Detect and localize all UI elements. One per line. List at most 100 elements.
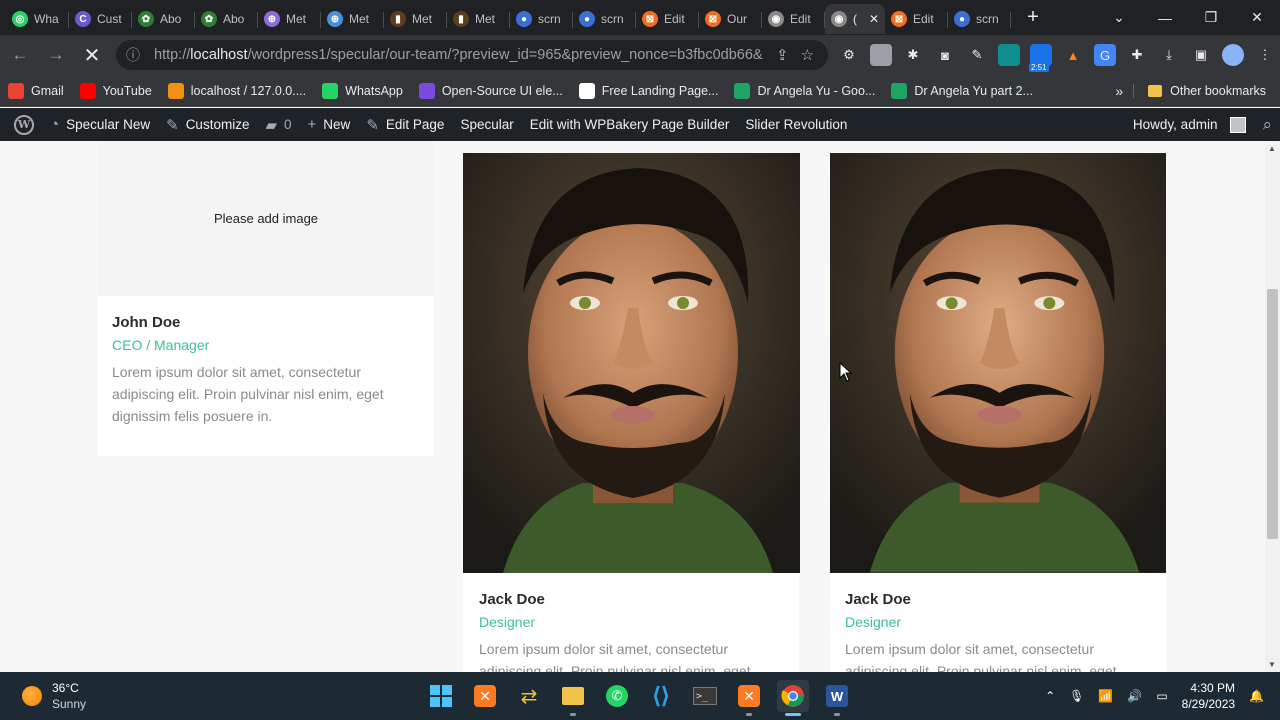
- bookmark-item[interactable]: Open-Source UI ele...: [411, 82, 571, 99]
- site-info-icon[interactable]: ⓘ: [126, 45, 144, 65]
- xampp-control-taskbar-app[interactable]: ✕: [733, 680, 765, 716]
- weather-condition: Sunny: [52, 697, 87, 711]
- browser-tab[interactable]: ✿ Abo: [132, 4, 195, 34]
- search-button[interactable]: ⌕: [1254, 115, 1280, 135]
- chevron-up-icon[interactable]: ⌃: [1045, 689, 1055, 703]
- minimize-button[interactable]: —: [1142, 10, 1188, 26]
- url-text[interactable]: http://localhost/wordpress1/specular/our…: [154, 47, 764, 63]
- camera-icon[interactable]: ◙: [934, 44, 956, 66]
- url-scheme: http://: [154, 47, 191, 63]
- bookmark-item[interactable]: YouTube: [72, 82, 160, 99]
- browser-tab[interactable]: ▮ Met: [384, 4, 447, 34]
- browser-tab[interactable]: ⊠ Our: [699, 4, 762, 34]
- bookmark-list: Gmail YouTube localhost / 127.0.0.... Whats…: [0, 82, 1041, 99]
- clock[interactable]: 4:30 PM 8/29/2023: [1182, 680, 1235, 712]
- puzzle-icon[interactable]: ✚: [1126, 44, 1148, 66]
- share-icon[interactable]: ⇪: [776, 46, 789, 64]
- extension-icon[interactable]: [870, 44, 892, 66]
- browser-tab[interactable]: C Cust: [69, 4, 132, 34]
- chrome-taskbar-app[interactable]: [777, 680, 809, 716]
- whatsapp-taskbar-app[interactable]: ✆: [601, 680, 633, 712]
- vscode-taskbar-app[interactable]: ⟨⟩: [645, 680, 677, 712]
- bookmark-item[interactable]: Dr Angela Yu part 2...: [883, 82, 1041, 99]
- account-menu[interactable]: Howdy, admin: [1125, 116, 1255, 133]
- bookmark-favicon-icon: [418, 82, 435, 99]
- tab-favicon-icon: ⊠: [705, 11, 721, 27]
- notification-bell-icon[interactable]: 🔔: [1249, 689, 1264, 703]
- close-window-button[interactable]: ✕: [1234, 9, 1280, 26]
- slider-revolution-link[interactable]: Slider Revolution: [737, 117, 855, 132]
- extension-icon[interactable]: [998, 44, 1020, 66]
- tab-close-icon[interactable]: ✕: [869, 12, 879, 26]
- bookmark-item[interactable]: Dr Angela Yu - Goo...: [726, 82, 883, 99]
- profile-avatar[interactable]: [1222, 44, 1244, 66]
- timer-extension-icon[interactable]: 2:51: [1029, 44, 1052, 72]
- microphone-icon[interactable]: 🎙: [1069, 689, 1084, 703]
- side-panel-icon[interactable]: ▣: [1190, 44, 1212, 66]
- brush-icon: ✎: [166, 116, 179, 134]
- bookmark-favicon-icon: [734, 82, 751, 99]
- customize-link[interactable]: ✎ Customize: [158, 116, 257, 134]
- bookmark-star-icon[interactable]: ☆: [801, 46, 814, 64]
- tab-favicon-icon: ◉: [768, 11, 784, 27]
- page-scrollbar[interactable]: ▲ ▼: [1265, 141, 1280, 672]
- scroll-down-icon[interactable]: ▼: [1268, 660, 1276, 669]
- forward-button[interactable]: →: [40, 39, 72, 71]
- tab-favicon-icon: ◉: [831, 11, 847, 27]
- battery-icon[interactable]: ▭: [1156, 689, 1167, 703]
- start-button[interactable]: [425, 680, 457, 712]
- xampp-taskbar-app[interactable]: ✕: [469, 680, 501, 712]
- weather-widget[interactable]: 36°C Sunny: [0, 680, 86, 712]
- comments-link[interactable]: ▰ 0: [257, 116, 299, 134]
- bookmark-item[interactable]: WhatsApp: [314, 82, 411, 99]
- color-picker-icon[interactable]: ✎: [966, 44, 988, 66]
- scrollbar-thumb[interactable]: [1267, 289, 1278, 539]
- browser-tab[interactable]: ● scrn: [948, 4, 1011, 34]
- tab-title: Met: [286, 12, 307, 26]
- terminal-taskbar-app[interactable]: >_: [689, 680, 721, 712]
- restore-button[interactable]: ❐: [1188, 9, 1234, 26]
- windows-logo-icon: [430, 685, 452, 707]
- file-explorer-taskbar-app[interactable]: [557, 680, 589, 716]
- new-content-menu[interactable]: + New: [300, 116, 359, 133]
- translate-icon[interactable]: G: [1094, 44, 1116, 66]
- new-tab-button[interactable]: +: [1015, 0, 1051, 35]
- theme-menu[interactable]: Specular: [452, 117, 521, 132]
- filezilla-taskbar-app[interactable]: ⇄: [513, 680, 545, 712]
- browser-tab[interactable]: ▮ Met: [447, 4, 510, 34]
- bug-icon[interactable]: ✱: [902, 44, 924, 66]
- metamask-icon[interactable]: ▲: [1062, 44, 1084, 66]
- bookmark-item[interactable]: localhost / 127.0.0....: [160, 82, 314, 99]
- bookmark-item[interactable]: Gmail: [0, 82, 72, 99]
- back-button[interactable]: ←: [4, 39, 36, 71]
- stop-loading-button[interactable]: ✕: [76, 39, 108, 71]
- browser-tab[interactable]: ⊕ Met: [258, 4, 321, 34]
- site-name-menu[interactable]: ◔ Specular New: [42, 116, 158, 133]
- bookmark-favicon-icon: [578, 82, 595, 99]
- wifi-icon[interactable]: 📶: [1098, 689, 1113, 703]
- browser-tab[interactable]: ◉ Edit: [762, 4, 825, 34]
- browser-tab[interactable]: ⊕ Met: [321, 4, 384, 34]
- settings-gear-icon[interactable]: ⚙: [838, 44, 860, 66]
- address-bar[interactable]: ⓘ http://localhost/wordpress1/specular/o…: [116, 40, 828, 70]
- new-label: New: [323, 117, 351, 132]
- word-taskbar-app[interactable]: W: [821, 680, 853, 716]
- menu-icon[interactable]: ⋮: [1254, 44, 1276, 66]
- wpbakery-link[interactable]: Edit with WPBakery Page Builder: [522, 117, 738, 132]
- browser-tab[interactable]: ⊠ Edit: [885, 4, 948, 34]
- browser-tab[interactable]: ◉ (✕: [825, 4, 885, 34]
- browser-tab[interactable]: ● scrn: [573, 4, 636, 34]
- volume-icon[interactable]: 🔊: [1127, 689, 1142, 703]
- scroll-up-icon[interactable]: ▲: [1268, 144, 1276, 153]
- wp-logo-menu[interactable]: W: [0, 114, 42, 135]
- download-icon[interactable]: ⤓: [1158, 44, 1180, 66]
- tab-search-icon[interactable]: ⌄: [1096, 9, 1142, 26]
- edit-page-link[interactable]: ✎ Edit Page: [358, 116, 452, 134]
- other-bookmarks[interactable]: Other bookmarks: [1133, 83, 1280, 98]
- more-bookmarks-button[interactable]: »: [1105, 83, 1133, 99]
- browser-tab[interactable]: ◎ Wha: [6, 4, 69, 34]
- browser-tab[interactable]: ⊠ Edit: [636, 4, 699, 34]
- browser-tab[interactable]: ✿ Abo: [195, 4, 258, 34]
- browser-tab[interactable]: ● scrn: [510, 4, 573, 34]
- bookmark-item[interactable]: Free Landing Page...: [571, 82, 727, 99]
